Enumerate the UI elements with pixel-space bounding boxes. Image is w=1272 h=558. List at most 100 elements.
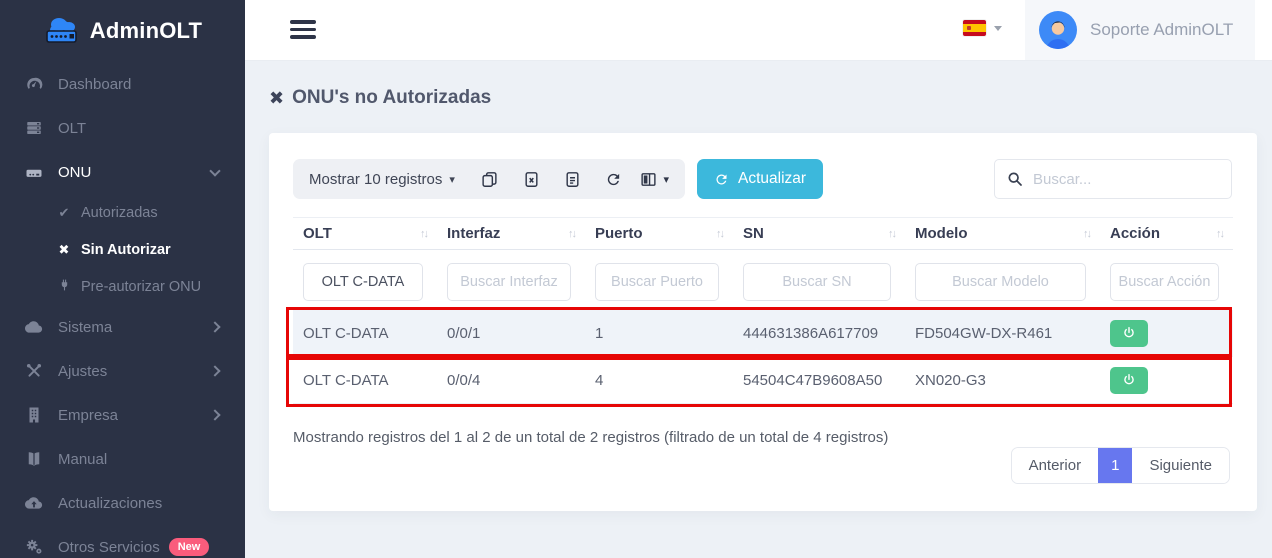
sidebar-item-ajustes[interactable]: Ajustes [0,349,245,393]
user-menu[interactable]: Soporte AdminOLT [1025,0,1255,60]
language-menu[interactable] [963,20,1002,36]
sidebar-item-sin-autorizar[interactable]: ✖ Sin Autorizar [0,231,245,268]
sort-icon[interactable]: ↑↓ [716,228,723,240]
sidebar-item-label: Otros Servicios [58,539,160,556]
sidebar-item-autorizadas[interactable]: ✔ Autorizadas [0,194,245,231]
cell-accion [1100,310,1233,356]
sidebar-item-label: Empresa [58,407,118,424]
authorize-power-button[interactable] [1110,367,1148,394]
sort-icon[interactable]: ↑↓ [568,228,575,240]
page-title: ✖ ONU's no Autorizadas [269,87,491,109]
caret-down-icon: ▾ [663,173,669,186]
sidebar-item-dashboard[interactable]: Dashboard [0,62,245,106]
book-icon [24,450,43,469]
plug-icon [56,278,72,295]
sidebar-item-label: Manual [58,451,107,468]
table-card: Mostrar 10 registros ▾ ▾ Actualizar [269,133,1257,511]
copy-icon[interactable] [476,166,504,192]
sidebar-item-label: ONU [58,164,91,181]
caret-down-icon: ▾ [449,173,455,186]
filter-accion-input[interactable] [1110,263,1219,301]
sidebar-item-label: Dashboard [58,76,131,93]
column-header-modelo[interactable]: Modelo↑↓ [905,218,1100,249]
cell-modelo: FD504GW-DX-R461 [905,310,1100,356]
filter-sn-input[interactable] [743,263,891,301]
filter-puerto-input[interactable] [595,263,719,301]
cloud-icon [24,318,43,337]
file-export-icon[interactable] [558,166,586,192]
sidebar-item-label: Sistema [58,319,112,336]
table-row: OLT C-DATA 0/0/4 4 54504C47B9608A50 XN02… [293,357,1233,404]
cell-puerto: 1 [585,310,733,356]
sort-icon[interactable]: ↑↓ [1216,228,1223,240]
column-visibility-dropdown[interactable]: ▾ [640,171,669,188]
server-icon [24,119,43,138]
chevron-right-icon [209,409,220,420]
cell-accion [1100,357,1233,403]
chevron-right-icon [209,321,220,332]
table-row: OLT C-DATA 0/0/1 1 444631386A617709 FD50… [293,310,1233,357]
filter-interfaz-input[interactable] [447,263,571,301]
sidebar-subitem-label: Sin Autorizar [81,242,171,258]
column-header-interfaz[interactable]: Interfaz↑↓ [437,218,585,249]
chevron-down-icon [209,165,220,176]
sidebar-item-actualizaciones[interactable]: Actualizaciones [0,481,245,525]
authorize-power-button[interactable] [1110,320,1148,347]
filter-modelo-input[interactable] [915,263,1086,301]
building-icon [24,406,43,425]
topbar: Soporte AdminOLT [245,0,1272,60]
sidebar-item-label: OLT [58,120,86,137]
sort-icon[interactable]: ↑↓ [888,228,895,240]
check-icon: ✔ [56,205,72,221]
column-header-accion[interactable]: Acción↑↓ [1100,218,1233,249]
next-page-button[interactable]: Siguiente [1132,448,1229,483]
cell-olt: OLT C-DATA [293,310,437,356]
logo-cloud-router-icon [43,15,81,47]
sidebar-item-label: Actualizaciones [58,495,162,512]
brand[interactable]: AdminOLT [0,0,245,62]
sidebar-item-sistema[interactable]: Sistema [0,305,245,349]
length-menu-dropdown[interactable]: Mostrar 10 registros ▾ [309,171,455,188]
chevron-right-icon [209,365,220,376]
global-search [994,159,1232,199]
brand-name: AdminOLT [90,18,202,44]
table-header-row: OLT↑↓ Interfaz↑↓ Puerto↑↓ SN↑↓ Modelo↑↓ … [293,217,1233,250]
cell-sn: 54504C47B9608A50 [733,357,905,403]
cell-puerto: 4 [585,357,733,403]
current-page[interactable]: 1 [1098,448,1132,483]
table-toolbar: Mostrar 10 registros ▾ ▾ [293,159,685,199]
cell-olt: OLT C-DATA [293,357,437,403]
sidebar-item-manual[interactable]: Manual [0,437,245,481]
cell-interfaz: 0/0/1 [437,310,585,356]
sidebar-subitem-label: Pre-autorizar ONU [81,279,201,295]
gears-icon [24,538,43,557]
refresh-icon [714,172,729,187]
sort-icon[interactable]: ↑↓ [420,228,427,240]
sidebar-item-label: Ajustes [58,363,107,380]
sidebar-subitem-label: Autorizadas [81,205,158,221]
sidebar-item-pre-autorizar[interactable]: Pre-autorizar ONU [0,268,245,305]
sidebar-item-olt[interactable]: OLT [0,106,245,150]
sidebar: AdminOLT Dashboard OLT ONU ✔ Autorizadas… [0,0,245,558]
cell-modelo: XN020-G3 [905,357,1100,403]
user-name: Soporte AdminOLT [1090,20,1233,40]
pagination: Anterior 1 Siguiente [1011,447,1230,484]
column-header-olt[interactable]: OLT↑↓ [293,218,437,249]
excel-export-icon[interactable] [517,166,545,192]
cloud-upload-icon [24,494,43,513]
sidebar-item-otros-servicios[interactable]: Otros Servicios New [0,525,245,558]
previous-page-button[interactable]: Anterior [1012,448,1099,483]
reload-icon[interactable] [599,166,627,192]
filter-olt-input[interactable] [303,263,423,301]
column-header-sn[interactable]: SN↑↓ [733,218,905,249]
column-header-puerto[interactable]: Puerto↑↓ [585,218,733,249]
sidebar-item-onu[interactable]: ONU [0,150,245,194]
tools-icon [24,362,43,381]
menu-toggle-icon[interactable] [290,20,316,43]
actualizar-button[interactable]: Actualizar [697,159,823,199]
sidebar-item-empresa[interactable]: Empresa [0,393,245,437]
spain-flag-icon [963,20,986,36]
search-input[interactable] [1033,171,1219,188]
x-icon: ✖ [56,242,72,258]
sort-icon[interactable]: ↑↓ [1083,228,1090,240]
